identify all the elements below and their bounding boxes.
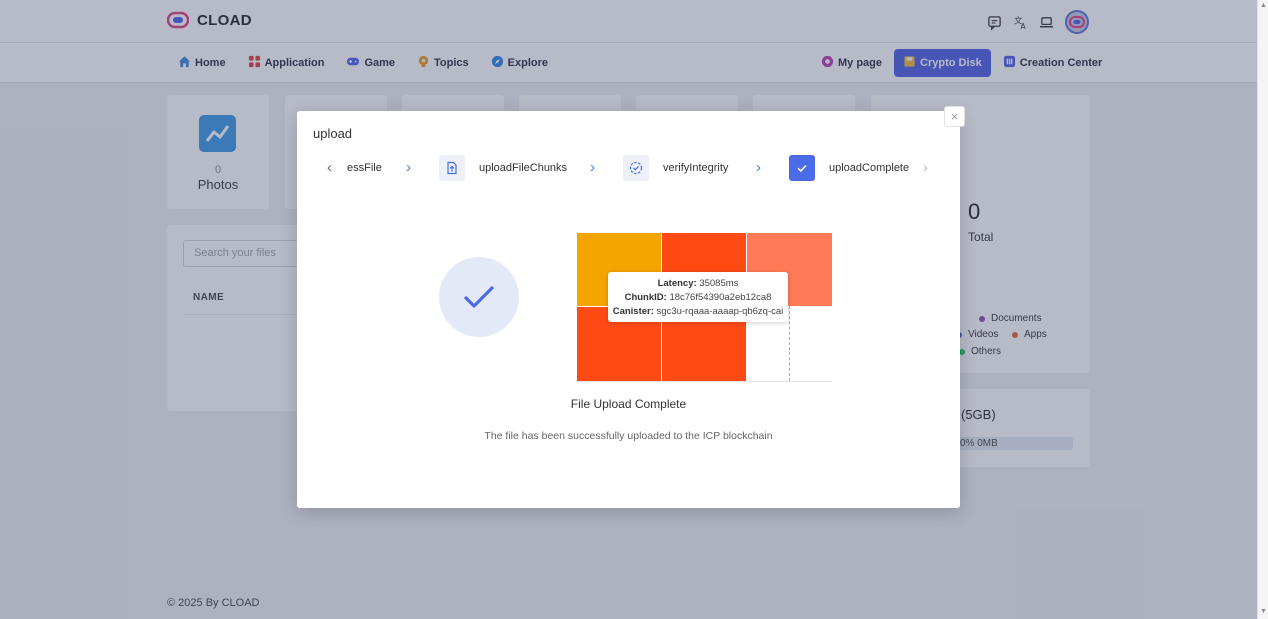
close-icon: × [950, 109, 959, 124]
chevron-right-icon: › [406, 159, 411, 176]
scroll-up-icon[interactable]: ▲ [1260, 2, 1267, 9]
tooltip-chunk-value: 18c76f54390a2eb12ca8 [669, 292, 772, 303]
tooltip-canister-key: Canister: [612, 306, 654, 317]
step-label: verifyIntegrity [663, 162, 729, 174]
step-label: uploadComplete [829, 162, 910, 174]
tooltip-guide-line [789, 306, 790, 381]
chevron-left-icon[interactable]: ‹ [327, 159, 332, 176]
step-label: uploadFileChunks [479, 162, 568, 174]
success-check-icon [439, 257, 519, 337]
upload-file-icon [439, 155, 465, 181]
upload-modal: × upload ‹ essFile › uploadFileChunks › … [297, 106, 965, 508]
tooltip-latency-key: Latency: [657, 278, 697, 289]
check-icon [789, 155, 815, 181]
chevron-right-icon: › [756, 159, 761, 176]
tooltip-chunk-key: ChunkID: [624, 292, 667, 303]
chunk-tooltip: Latency: 35085ms ChunkID: 18c76f54390a2e… [608, 272, 788, 322]
chevron-right-icon[interactable]: › [923, 159, 928, 176]
chevron-right-icon: › [590, 159, 595, 176]
verify-icon [623, 155, 649, 181]
close-button[interactable]: × [944, 106, 965, 127]
success-title: File Upload Complete [570, 397, 687, 411]
success-description: The file has been successfully uploaded … [484, 430, 773, 442]
step-label: essFile [347, 162, 382, 174]
tooltip-canister-value: sgc3u-rqaaa-aaaap-qb6zq-cai [656, 306, 784, 317]
page-scrollbar[interactable]: ▲ ▼ [1257, 0, 1268, 619]
treemap-baseline [577, 381, 832, 382]
scroll-down-icon[interactable]: ▼ [1260, 608, 1267, 615]
upload-steps: ‹ essFile › uploadFileChunks › verifyInt… [297, 155, 960, 181]
tooltip-latency-value: 35085ms [699, 278, 739, 289]
modal-title: upload [313, 126, 353, 141]
